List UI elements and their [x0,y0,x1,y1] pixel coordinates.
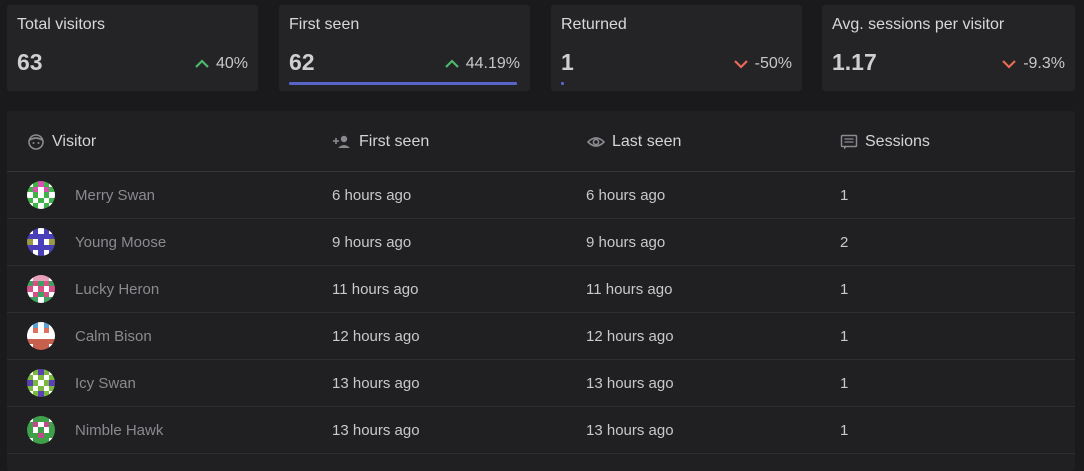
visitor-name[interactable]: Calm Bison [75,313,152,359]
avatar [27,181,55,209]
visitor-name[interactable]: Nimble Hawk [75,407,163,453]
stat-label: First seen [289,16,360,33]
visitor-name[interactable]: Lucky Heron [75,266,159,312]
avatar-pattern [27,181,55,209]
chevron-up-icon [444,58,460,70]
column-label: Visitor [52,133,97,150]
table-row[interactable]: Merry Swan 6 hours ago 6 hours ago 1 [7,172,1075,219]
table-row[interactable]: Lucky Heron 11 hours ago 11 hours ago 1 [7,266,1075,313]
avatar-pixel [49,297,55,303]
avatar-pattern [27,416,55,444]
sessions-value: 1 [840,186,849,204]
stat-change-value: -9.3% [1023,55,1065,72]
mini-bar [561,82,564,85]
first-seen-value: 13 hours ago [332,421,420,439]
stats-bar: Total visitors 63 40% First seen 62 44.1… [0,0,1084,100]
visitors-table: Visitor First seen Last seen Sessions Me… [7,111,1075,471]
first-seen-value: 12 hours ago [332,327,420,345]
table-header: Visitor First seen Last seen Sessions [7,111,1075,172]
stat-label: Returned [561,16,627,33]
last-seen-value: 13 hours ago [586,421,674,439]
avatar [27,275,55,303]
avatar-pattern [27,322,55,350]
stat-change: -50% [733,55,792,73]
stat-change: -9.3% [1001,55,1065,73]
first-seen-value: 6 hours ago [332,186,412,204]
stat-change: 40% [194,55,248,73]
sessions-value: 2 [840,233,849,251]
avatar-pattern [27,369,55,397]
selected-indicator [289,82,517,85]
column-header-first-seen[interactable]: First seen [332,131,429,153]
person-add-icon [332,133,352,151]
column-header-sessions[interactable]: Sessions [840,131,930,153]
sessions-value: 1 [840,327,849,345]
chevron-down-icon [1001,58,1017,70]
face-icon [27,133,45,151]
stat-change-value: -50% [754,55,792,72]
first-seen-value: 11 hours ago [332,280,419,298]
stat-value: 63 [17,49,43,75]
chevron-down-icon [733,58,749,70]
stat-card-avg-sessions[interactable]: Avg. sessions per visitor 1.17 -9.3% [822,5,1075,91]
avatar-pattern [27,228,55,256]
avatar-pattern [27,275,55,303]
stat-label: Total visitors [17,16,106,33]
chevron-up-icon [194,58,210,70]
avatar [27,416,55,444]
avatar-pixel [49,391,55,397]
first-seen-value: 9 hours ago [332,233,412,251]
first-seen-value: 13 hours ago [332,374,420,392]
visitor-name[interactable]: Merry Swan [75,172,155,218]
stat-value: 1.17 [832,49,877,75]
last-seen-value: 13 hours ago [586,374,674,392]
avatar-pixel [49,344,55,350]
stat-card-total-visitors[interactable]: Total visitors 63 40% [7,5,258,91]
column-label: Sessions [865,133,930,150]
stat-card-returned[interactable]: Returned 1 -50% [551,5,802,91]
visitor-name[interactable]: Icy Swan [75,360,136,406]
stat-label: Avg. sessions per visitor [832,16,1005,33]
sessions-value: 1 [840,421,849,439]
sessions-value: 1 [840,280,849,298]
avatar-pixel [49,250,55,256]
table-row[interactable]: Nimble Hawk 13 hours ago 13 hours ago 1 [7,407,1075,454]
eye-icon [587,133,605,151]
table-row[interactable]: Young Moose 9 hours ago 9 hours ago 2 [7,219,1075,266]
last-seen-value: 12 hours ago [586,327,674,345]
column-label: First seen [359,133,430,150]
last-seen-value: 9 hours ago [586,233,666,251]
stat-change-value: 40% [215,55,248,72]
column-label: Last seen [612,133,682,150]
stat-value: 1 [561,49,574,75]
message-list-icon [840,133,858,151]
avatar-pixel [49,438,55,444]
last-seen-value: 11 hours ago [586,280,673,298]
stat-value: 62 [289,49,315,75]
stat-card-first-seen[interactable]: First seen 62 44.19% [279,5,530,91]
avatar [27,369,55,397]
column-header-visitor[interactable]: Visitor [27,131,96,153]
avatar [27,228,55,256]
avatar-pixel [49,203,55,209]
sessions-value: 1 [840,374,849,392]
stat-change-value: 44.19% [465,55,520,72]
visitor-name[interactable]: Young Moose [75,219,166,265]
table-row[interactable]: Calm Bison 12 hours ago 12 hours ago 1 [7,313,1075,360]
avatar [27,322,55,350]
table-row[interactable]: Icy Swan 13 hours ago 13 hours ago 1 [7,360,1075,407]
column-header-last-seen[interactable]: Last seen [587,131,681,153]
stat-change: 44.19% [444,55,520,73]
last-seen-value: 6 hours ago [586,186,666,204]
